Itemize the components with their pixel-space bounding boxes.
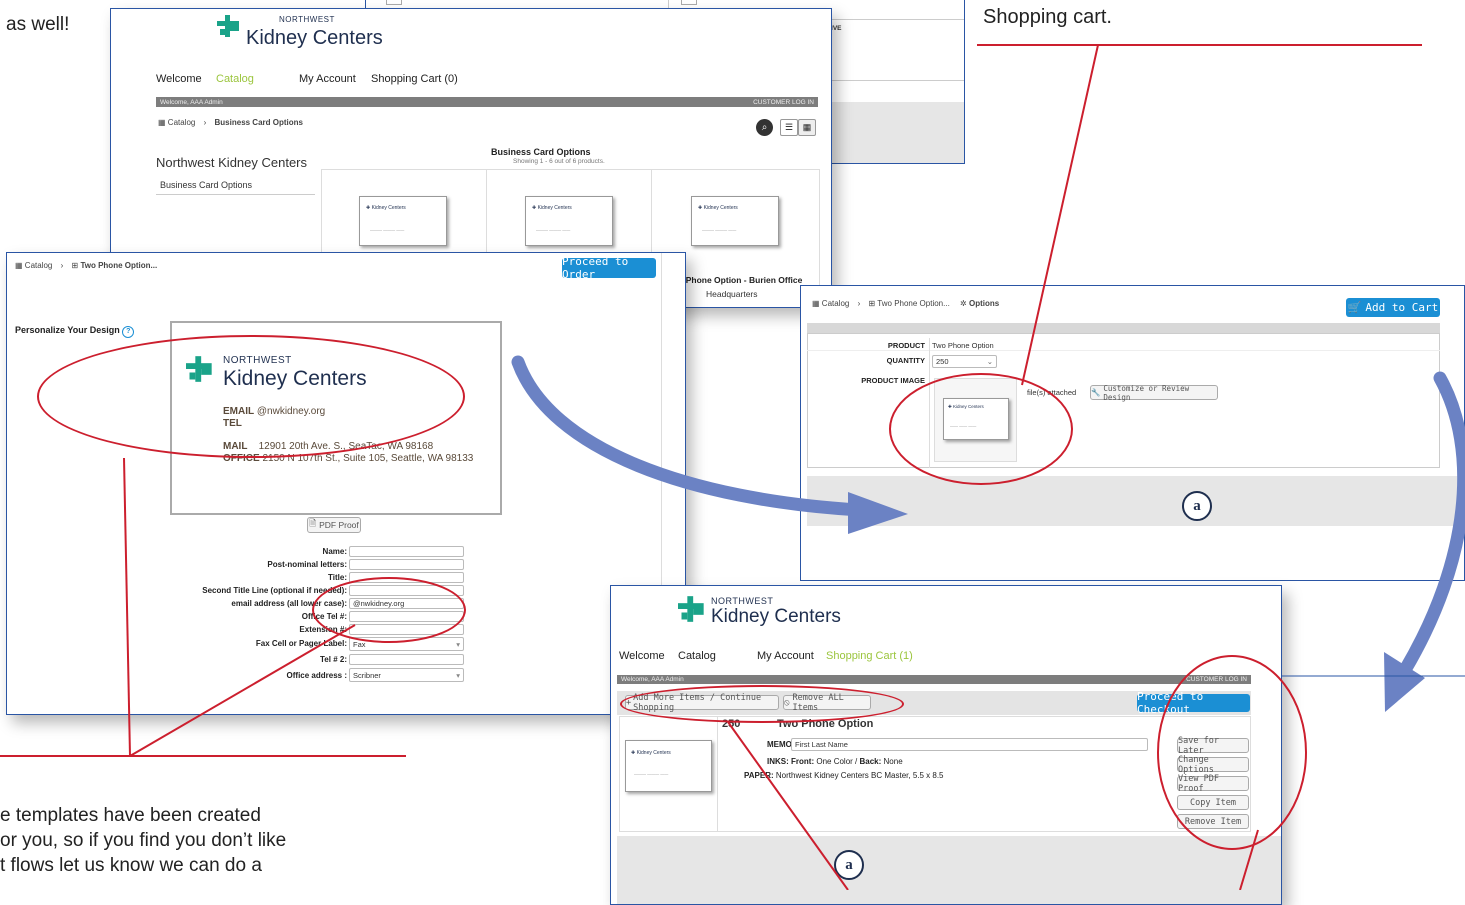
annotation-overlay (0, 44, 1465, 890)
